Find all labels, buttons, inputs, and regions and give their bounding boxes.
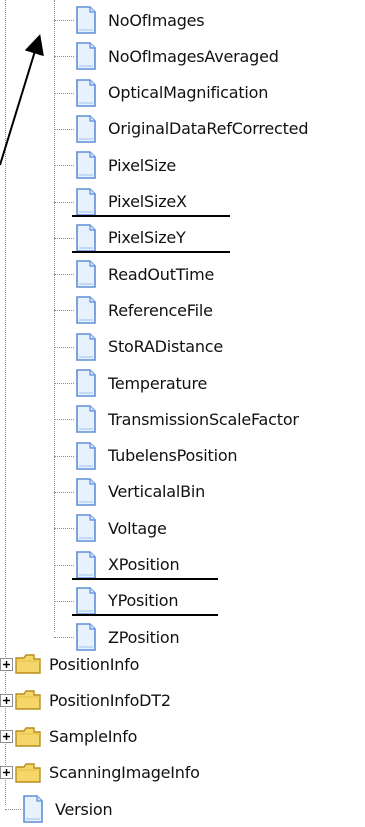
document-icon	[23, 795, 43, 823]
tree-node-label: YPosition	[108, 591, 179, 611]
tree-node-label: OriginalDataRefCorrected	[108, 119, 309, 139]
tree-connector	[54, 237, 74, 239]
plus-icon[interactable]	[0, 657, 13, 671]
tree-node-opticalmagnification[interactable]: OpticalMagnification	[54, 75, 269, 111]
document-icon	[76, 441, 96, 470]
tree-node-label: ScanningImageInfo	[49, 763, 200, 783]
tree-node-noofimages[interactable]: NoOfImages	[54, 2, 205, 38]
tree-node-voltage[interactable]: Voltage	[54, 510, 167, 546]
document-icon	[76, 42, 96, 71]
document-icon	[76, 78, 96, 107]
document-icon	[76, 478, 96, 506]
tree-connector	[54, 419, 74, 421]
tree-line-inner	[54, 0, 55, 632]
tree-node-tubelensposition[interactable]: TubelensPosition	[54, 438, 238, 474]
tree-node-label: PixelSizeX	[108, 192, 187, 211]
document-icon	[76, 514, 96, 542]
tree-node-label: Version	[55, 799, 113, 819]
document-icon	[76, 586, 96, 615]
document-icon	[76, 223, 96, 252]
tree-connector	[54, 346, 74, 348]
tree-node-positioninfo[interactable]: PositionInfo	[0, 646, 139, 682]
tree-connector	[54, 165, 74, 167]
tree-connector	[54, 528, 74, 530]
tree-node-label: ZPosition	[108, 627, 180, 647]
tree-node-version[interactable]: Version	[5, 791, 113, 827]
tree-node-label: TransmissionScaleFactor	[108, 409, 299, 429]
tree-connector	[54, 310, 74, 312]
tree-connector	[54, 637, 74, 639]
tree-node-originaldatarefcorrected[interactable]: OriginalDataRefCorrected	[54, 111, 309, 147]
tree-node-label: StoRADistance	[108, 337, 223, 357]
folder-icon	[15, 763, 41, 783]
annotation-underline	[72, 214, 230, 217]
tree-view: NoOfImages NoOfImagesAveraged OpticalMagni…	[0, 0, 365, 825]
document-icon	[76, 260, 96, 288]
document-icon	[76, 332, 96, 361]
document-icon	[76, 296, 96, 325]
tree-node-label: PositionInfo	[49, 654, 140, 674]
tree-connector	[54, 274, 74, 276]
document-icon	[76, 151, 96, 179]
tree-node-label: NoOfImages	[108, 10, 205, 30]
tree-node-scanningimageinfo[interactable]: ScanningImageInfo	[0, 755, 200, 791]
tree-node-label: PixelSize	[108, 155, 177, 175]
annotation-underline	[72, 613, 218, 616]
tree-connector	[54, 383, 74, 384]
tree-node-referencefile[interactable]: ReferenceFile	[54, 292, 213, 328]
document-icon	[76, 6, 96, 34]
tree-node-verticalalbin[interactable]: VerticalalBin	[54, 474, 206, 510]
tree-node-pixelsize[interactable]: PixelSize	[54, 147, 177, 183]
annotation-underline	[72, 577, 218, 580]
tree-node-label: OpticalMagnification	[108, 83, 269, 103]
tree-connector	[54, 201, 74, 203]
tree-connector	[54, 92, 74, 94]
tree-node-label: PixelSizeY	[108, 228, 186, 248]
document-icon	[76, 115, 96, 143]
folder-icon	[15, 690, 41, 710]
tree-node-temperature[interactable]: Temperature	[54, 365, 208, 401]
document-icon	[76, 369, 96, 397]
tree-node-label: ReferenceFile	[108, 300, 213, 320]
document-icon	[76, 405, 96, 434]
tree-node-positioninfodt2[interactable]: PositionInfoDT2	[0, 682, 171, 718]
tree-connector	[54, 128, 74, 130]
tree-node-readouttime[interactable]: ReadOutTime	[54, 256, 215, 292]
folder-icon	[15, 654, 41, 674]
document-icon	[76, 187, 96, 216]
tree-node-transmissionscalefactor[interactable]: TransmissionScaleFactor	[54, 401, 299, 437]
folder-icon	[15, 726, 41, 747]
tree-connector	[5, 809, 21, 810]
tree-node-label: PositionInfoDT2	[49, 690, 171, 710]
tree-node-label: VerticalalBin	[108, 482, 206, 502]
tree-node-label: SampleInfo	[49, 727, 138, 747]
tree-node-label: NoOfImagesAveraged	[108, 46, 279, 66]
tree-node-label: TubelensPosition	[108, 446, 238, 466]
tree-node-storadistance[interactable]: StoRADistance	[54, 329, 223, 365]
tree-node-sampleinfo[interactable]: SampleInfo	[0, 719, 137, 755]
plus-icon[interactable]	[0, 693, 13, 707]
plus-icon[interactable]	[0, 766, 13, 780]
tree-connector	[54, 56, 74, 58]
tree-node-label: ReadOutTime	[108, 264, 215, 284]
tree-connector	[54, 564, 74, 566]
tree-connector	[54, 455, 74, 457]
plus-icon[interactable]	[0, 730, 13, 744]
tree-connector	[54, 600, 74, 602]
annotation-underline	[72, 250, 230, 253]
tree-connector	[54, 491, 74, 493]
tree-node-label: Voltage	[108, 518, 167, 538]
tree-connector	[54, 20, 74, 21]
tree-node-label: XPosition	[108, 555, 180, 574]
tree-node-label: Temperature	[108, 373, 208, 393]
tree-node-noofimagesaveraged[interactable]: NoOfImagesAveraged	[54, 38, 279, 74]
document-icon	[76, 550, 96, 579]
